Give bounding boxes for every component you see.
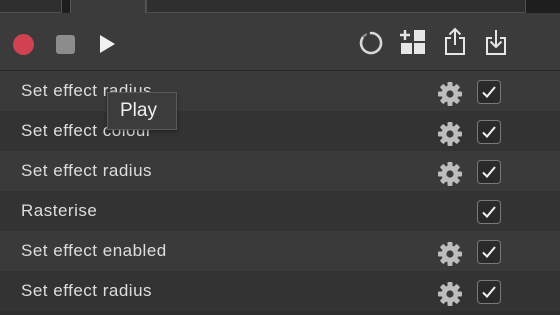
enable-checkbox[interactable] [477,240,501,264]
enable-checkbox[interactable] [477,280,501,304]
gear-icon[interactable] [437,121,463,147]
enable-checkbox[interactable] [477,200,501,224]
import-icon [486,30,506,55]
enable-checkbox[interactable] [477,80,501,104]
stop-button[interactable] [53,32,77,56]
gear-icon[interactable] [437,161,463,187]
enable-checkbox[interactable] [477,120,501,144]
play-tooltip: Play [107,92,177,130]
checkmark-icon [482,126,496,138]
macro-panel: Set effect radius Set effect colour Set ef… [0,0,560,315]
enable-checkbox[interactable] [477,160,501,184]
list-item-label: Rasterise [21,201,98,220]
checkmark-icon [482,286,496,298]
checkmark-icon [482,86,496,98]
list-item-label: Set effect radius [21,161,153,180]
list-item-label: Set effect enabled [21,241,167,260]
list-item[interactable]: Set effect enabled [0,231,560,271]
macro-steps-list: Set effect radius Set effect colour Set ef… [0,71,560,311]
loading-button[interactable] [357,29,385,57]
add-button[interactable] [398,27,428,57]
play-button[interactable] [94,31,120,57]
export-icon [445,27,465,55]
list-item[interactable]: Set effect radius [0,271,560,311]
play-icon [100,35,115,53]
stop-icon [55,34,75,54]
checkmark-icon [482,206,496,218]
gear-icon[interactable] [437,241,463,267]
record-icon [12,33,34,55]
add-new-icon [400,30,425,54]
tab-strip [0,0,560,14]
tab-current[interactable] [70,0,146,14]
loading-spinner-icon [359,31,383,55]
record-button[interactable] [11,32,35,56]
checkmark-icon [482,246,496,258]
tab-next[interactable] [146,0,526,13]
macro-toolbar [0,13,560,71]
list-item[interactable]: Set effect radius [0,71,560,111]
list-item-label: Set effect radius [21,281,153,300]
tab-previous[interactable] [0,0,62,13]
import-button[interactable] [482,26,510,58]
gear-icon[interactable] [437,81,463,107]
list-item[interactable]: Rasterise [0,191,560,231]
checkmark-icon [482,166,496,178]
list-item[interactable]: Set effect colour [0,111,560,151]
list-item[interactable]: Set effect radius [0,151,560,191]
export-button[interactable] [441,26,469,58]
gear-icon[interactable] [437,281,463,307]
